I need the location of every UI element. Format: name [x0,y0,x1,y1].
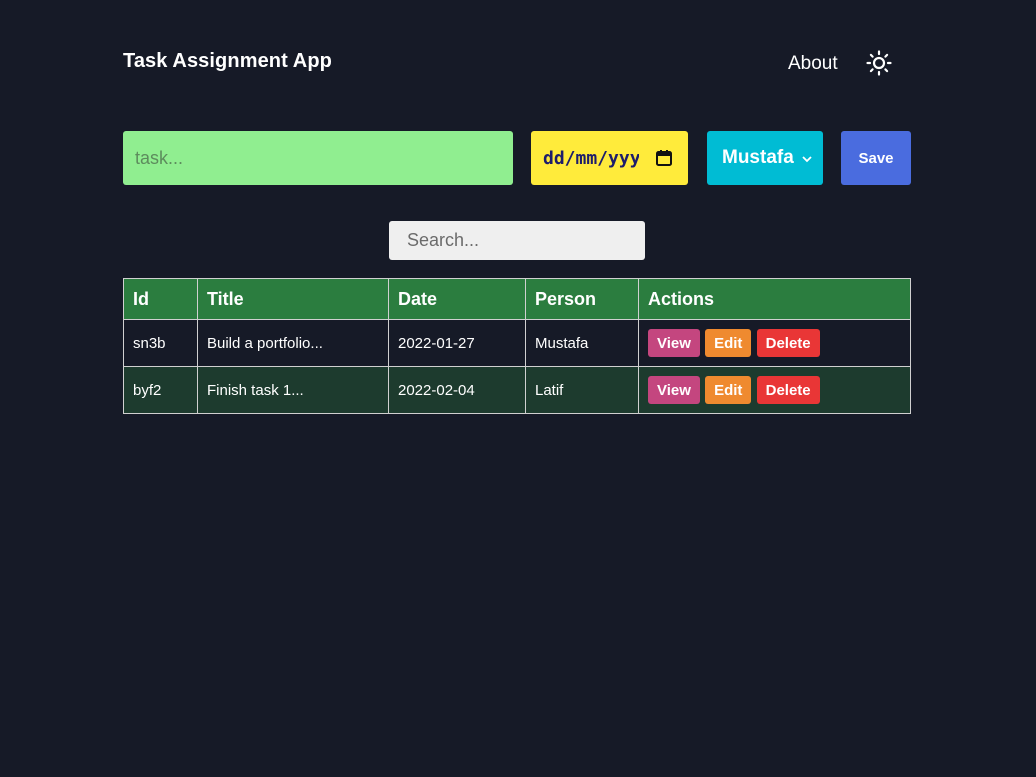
cell-title: Finish task 1... [197,366,389,414]
cell-person: Latif [525,366,639,414]
calendar-icon[interactable] [654,148,674,168]
person-select-value: Mustafa [722,147,794,168]
cell-title: Build a portfolio... [197,319,389,367]
task-table: Id Title Date Person Actions sn3b Build … [123,278,911,414]
person-select[interactable]: Mustafa [707,131,823,185]
cell-actions: View Edit Delete [638,319,911,367]
search-input[interactable] [389,221,645,260]
task-form: dd/mm/yyyy Mustafa Save [123,131,911,185]
cell-date: 2022-02-04 [388,366,526,414]
app-title: Task Assignment App [123,50,332,72]
cell-id: sn3b [123,319,198,367]
edit-button[interactable]: Edit [705,376,752,404]
table-header-row: Id Title Date Person Actions [123,278,911,320]
column-header-person: Person [525,278,639,320]
task-input[interactable] [123,131,513,185]
save-button[interactable]: Save [841,131,911,185]
cell-actions: View Edit Delete [638,366,911,414]
column-header-id: Id [123,278,198,320]
cell-date: 2022-01-27 [388,319,526,367]
date-input-value: dd/mm/yyyy [543,147,639,169]
view-button[interactable]: View [648,329,700,357]
column-header-title: Title [197,278,389,320]
column-header-actions: Actions [638,278,911,320]
delete-button[interactable]: Delete [756,376,820,404]
cell-person: Mustafa [525,319,639,367]
table-row: sn3b Build a portfolio... 2022-01-27 Mus… [123,319,911,367]
view-button[interactable]: View [648,376,700,404]
edit-button[interactable]: Edit [705,329,752,357]
delete-button[interactable]: Delete [756,329,820,357]
table-row: byf2 Finish task 1... 2022-02-04 Latif V… [123,366,911,414]
sun-icon [866,50,892,76]
about-link[interactable]: About [788,53,838,75]
column-header-date: Date [388,278,526,320]
theme-toggle-button[interactable] [865,49,893,77]
cell-id: byf2 [123,366,198,414]
app-header: Task Assignment App About [123,46,911,80]
date-input[interactable]: dd/mm/yyyy [531,131,688,185]
chevron-down-icon [802,156,812,163]
